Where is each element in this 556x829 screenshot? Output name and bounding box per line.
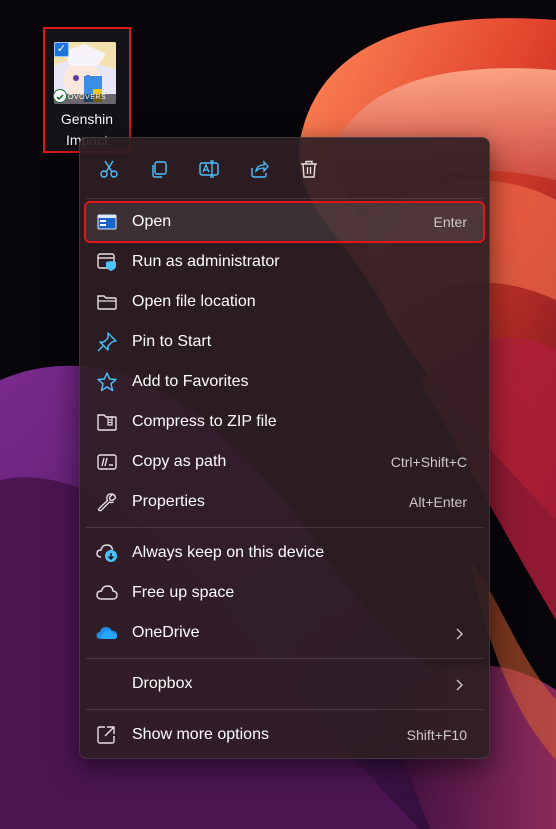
rename-button[interactable] xyxy=(192,152,226,186)
app-icon-overlay-text: OVOVERS xyxy=(68,94,107,101)
menu-item-shortcut: Alt+Enter xyxy=(409,494,467,510)
menu-item-open[interactable]: Open Enter xyxy=(84,201,485,243)
chevron-right-icon xyxy=(455,627,463,640)
menu-separator xyxy=(86,198,483,199)
wrench-icon xyxy=(96,492,118,512)
shield-window-icon xyxy=(96,252,118,272)
menu-item-pin-to-start[interactable]: Pin to Start xyxy=(86,323,483,361)
copy-path-icon xyxy=(96,452,118,472)
menu-item-add-to-favorites[interactable]: Add to Favorites xyxy=(86,363,483,401)
zip-folder-icon xyxy=(96,412,118,432)
app-window-icon xyxy=(96,212,118,232)
sync-status-icon xyxy=(53,89,67,103)
context-menu: Open Enter Run as administrator Open fil… xyxy=(79,137,490,759)
menu-item-label: Free up space xyxy=(132,584,235,601)
pin-icon xyxy=(96,332,118,352)
menu-item-run-as-administrator[interactable]: Run as administrator xyxy=(86,243,483,281)
menu-item-open-file-location[interactable]: Open file location xyxy=(86,283,483,321)
menu-separator xyxy=(86,658,483,659)
copy-icon xyxy=(152,161,167,178)
menu-separator xyxy=(86,527,483,528)
desktop-shortcut-genshin-impact[interactable]: OVOVERS ✓ Genshin Impact xyxy=(43,27,131,153)
menu-item-label: Show more options xyxy=(132,726,269,743)
delete-button[interactable] xyxy=(292,152,326,186)
share-icon xyxy=(251,160,269,178)
chevron-right-icon xyxy=(455,678,463,691)
menu-item-label: Properties xyxy=(132,493,205,510)
trash-icon xyxy=(301,160,317,178)
menu-separator xyxy=(86,709,483,710)
external-link-icon xyxy=(96,725,118,745)
menu-item-label: Compress to ZIP file xyxy=(132,413,277,430)
menu-item-label: OneDrive xyxy=(132,624,200,641)
star-icon xyxy=(96,372,118,392)
cut-button[interactable] xyxy=(92,152,126,186)
menu-item-label: Open xyxy=(132,213,172,230)
menu-item-label: Open file location xyxy=(132,293,256,310)
share-button[interactable] xyxy=(242,152,276,186)
menu-item-shortcut: Shift+F10 xyxy=(406,727,467,743)
folder-icon xyxy=(96,292,118,312)
quick-actions-bar xyxy=(80,138,489,198)
copy-button[interactable] xyxy=(142,152,176,186)
menu-item-shortcut: Enter xyxy=(433,214,467,230)
menu-item-copy-as-path[interactable]: Copy as path Ctrl+Shift+C xyxy=(86,443,483,481)
rename-icon xyxy=(199,160,219,178)
menu-item-label: Dropbox xyxy=(132,675,193,692)
menu-item-show-more-options[interactable]: Show more options Shift+F10 xyxy=(86,716,483,754)
menu-item-label: Always keep on this device xyxy=(132,544,325,561)
menu-item-properties[interactable]: Properties Alt+Enter xyxy=(86,483,483,521)
menu-item-label: Run as administrator xyxy=(132,253,280,270)
menu-item-always-keep-on-device[interactable]: Always keep on this device xyxy=(86,534,483,572)
cloud-outline-icon xyxy=(96,583,118,603)
menu-item-free-up-space[interactable]: Free up space xyxy=(86,574,483,612)
scissors-icon xyxy=(100,160,118,178)
menu-item-label: Pin to Start xyxy=(132,333,212,350)
cloud-download-icon xyxy=(96,543,118,563)
menu-item-compress-to-zip[interactable]: Compress to ZIP file xyxy=(86,403,483,441)
selection-checkbox[interactable]: ✓ xyxy=(54,42,69,57)
menu-item-label: Copy as path xyxy=(132,453,227,470)
onedrive-icon xyxy=(96,623,118,643)
menu-item-onedrive[interactable]: OneDrive xyxy=(86,614,483,652)
menu-item-label: Add to Favorites xyxy=(132,373,249,390)
menu-item-shortcut: Ctrl+Shift+C xyxy=(390,454,467,470)
menu-item-dropbox[interactable]: Dropbox xyxy=(86,665,483,703)
